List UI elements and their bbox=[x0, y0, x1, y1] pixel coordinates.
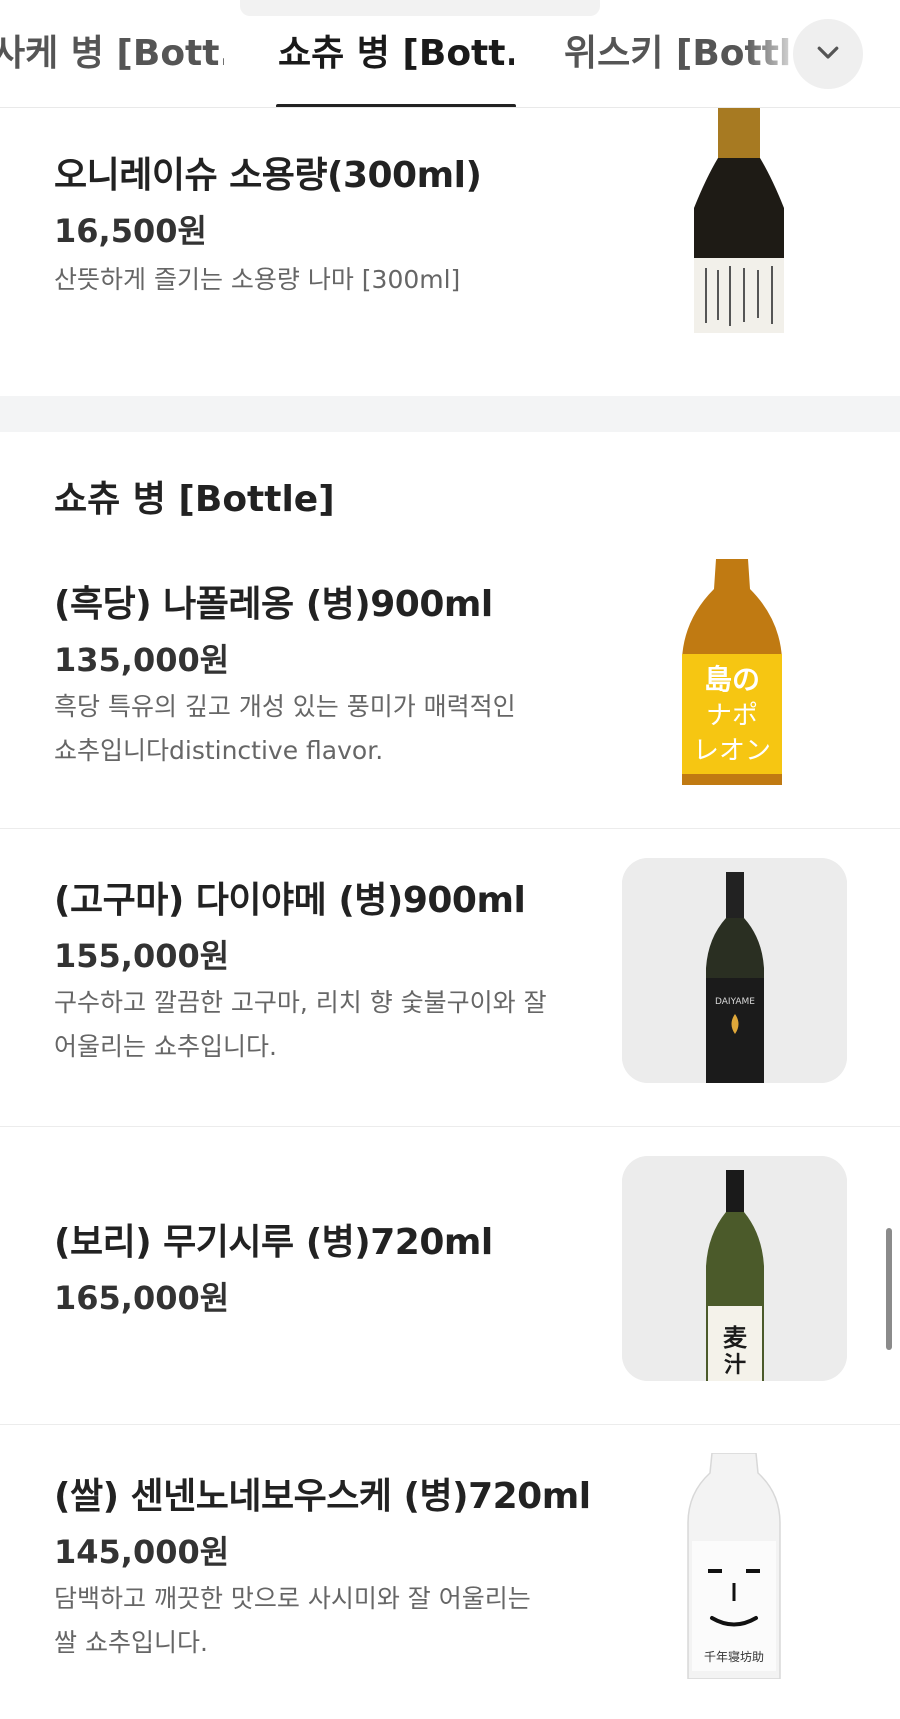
item-name: (보리) 무기시루 (병)720ml bbox=[54, 1222, 493, 1263]
item-name: 오니레이슈 소용량(300ml) bbox=[54, 155, 482, 196]
tab-label: 사케 병 [Bott... bbox=[0, 33, 224, 74]
item-price: 165,000원 bbox=[54, 1279, 230, 1317]
item-image: 麦 汁 bbox=[622, 1156, 847, 1381]
menu-item[interactable]: 오니레이슈 소용량(300ml) 16,500원 산뜻하게 즐기는 소용량 나마… bbox=[0, 108, 900, 396]
svg-text:島の: 島の bbox=[704, 663, 760, 696]
item-price: 135,000원 bbox=[54, 641, 230, 679]
item-description: 흑당 특유의 깊고 개성 있는 풍미가 매력적인 쇼추입니다distinctiv… bbox=[54, 685, 594, 773]
category-tab-bar: 사케 병 [Bott... 쇼츄 병 [Bott... 위스키 [Bottl.. bbox=[0, 0, 900, 108]
svg-text:麦: 麦 bbox=[723, 1323, 748, 1352]
item-image: 千年寝坊助 bbox=[684, 1453, 784, 1679]
svg-text:ナポ: ナポ bbox=[706, 701, 758, 731]
desc-line: 담백하고 깨끗한 맛으로 사시미와 잘 어울리는 bbox=[54, 1584, 531, 1613]
tab-label: 쇼츄 병 [Bott... bbox=[278, 33, 514, 74]
item-image: DAIYAME bbox=[622, 858, 847, 1083]
section-title: 쇼츄 병 [Bottle] bbox=[54, 479, 335, 520]
desc-line: 쇼추입니다distinctive flavor. bbox=[54, 736, 384, 765]
menu-item[interactable]: (흑당) 나폴레옹 (병)900ml 135,000원 흑당 특유의 깊고 개성… bbox=[0, 545, 900, 828]
scrollbar[interactable] bbox=[886, 1228, 892, 1350]
item-description: 구수하고 깔끔한 고구마, 리치 향 숯불구이와 잘 어울리는 쇼추입니다. bbox=[54, 981, 594, 1069]
status-pill bbox=[240, 0, 600, 16]
item-name: (고구마) 다이야메 (병)900ml bbox=[54, 880, 526, 921]
section-separator bbox=[0, 396, 900, 432]
desc-line: 어울리는 쇼추입니다. bbox=[54, 1032, 277, 1061]
menu-item[interactable]: (보리) 무기시루 (병)720ml 165,000원 麦 汁 bbox=[0, 1127, 900, 1424]
item-price: 145,000원 bbox=[54, 1533, 230, 1571]
item-price: 155,000원 bbox=[54, 937, 230, 975]
tab-shochu-bottle[interactable]: 쇼츄 병 [Bott... bbox=[278, 24, 514, 76]
item-image: 島の ナポ レオン bbox=[676, 559, 788, 785]
item-name: (흑당) 나폴레옹 (병)900ml bbox=[54, 584, 493, 625]
menu-item[interactable]: (고구마) 다이야메 (병)900ml 155,000원 구수하고 깔끔한 고구… bbox=[0, 829, 900, 1126]
item-description: 담백하고 깨끗한 맛으로 사시미와 잘 어울리는 쌀 쇼추입니다. bbox=[54, 1577, 594, 1665]
daiyame-label-text: DAIYAME bbox=[715, 997, 755, 1007]
item-image bbox=[666, 108, 812, 333]
desc-line: 흑당 특유의 깊고 개성 있는 풍미가 매력적인 bbox=[54, 692, 516, 721]
desc-line: 쌀 쇼추입니다. bbox=[54, 1628, 208, 1657]
svg-text:汁: 汁 bbox=[724, 1352, 746, 1378]
menu-item[interactable]: (쌀) 센넨노네보우스케 (병)720ml 145,000원 담백하고 깨끗한 … bbox=[0, 1425, 900, 1719]
tab-sake-bottle[interactable]: 사케 병 [Bott... bbox=[0, 24, 224, 76]
svg-text:レオン: レオン bbox=[693, 736, 771, 766]
sennen-label-text: 千年寝坊助 bbox=[704, 1649, 764, 1664]
item-description: 산뜻하게 즐기는 소용량 나마 [300ml] bbox=[54, 265, 461, 294]
chevron-down-icon bbox=[813, 37, 843, 71]
item-name: (쌀) 센넨노네보우스케 (병)720ml bbox=[54, 1476, 591, 1517]
desc-line: 구수하고 깔끔한 고구마, 리치 향 숯불구이와 잘 bbox=[54, 988, 547, 1017]
expand-categories-button[interactable] bbox=[793, 19, 863, 89]
item-price: 16,500원 bbox=[54, 212, 207, 250]
